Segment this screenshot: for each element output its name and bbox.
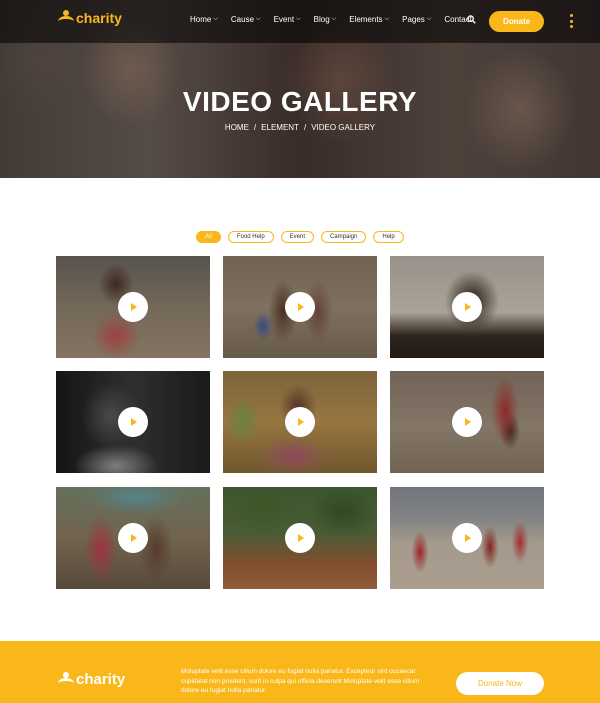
page-title: VIDEO GALLERY (182, 86, 418, 117)
nav-item-pages[interactable]: Pages ⌵ (402, 15, 431, 24)
play-icon[interactable] (285, 523, 315, 553)
video-tile-6[interactable] (390, 371, 544, 473)
nav-label: Blog (313, 15, 330, 24)
breadcrumb-home[interactable]: HOME (225, 123, 249, 132)
play-icon[interactable] (452, 292, 482, 322)
play-icon[interactable] (452, 523, 482, 553)
breadcrumb-separator: / (303, 123, 307, 132)
nav-label: Elements (349, 15, 383, 24)
video-tile-5[interactable] (223, 371, 377, 473)
donate-button[interactable]: Donate (489, 11, 544, 32)
chevron-down-icon: ⌵ (426, 16, 432, 22)
video-tile-8[interactable] (223, 487, 377, 589)
breadcrumb-separator: / (253, 123, 257, 132)
nav-item-elements[interactable]: Elements ⌵ (349, 15, 389, 24)
video-tile-7[interactable] (56, 487, 210, 589)
video-tile-3[interactable] (390, 256, 544, 358)
video-tile-9[interactable] (390, 487, 544, 589)
chevron-down-icon: ⌵ (256, 16, 261, 22)
breadcrumb-current: VIDEO GALLERY (311, 123, 376, 132)
nav-item-event[interactable]: Event ⌵ (274, 15, 301, 24)
chevron-down-icon: ⌵ (296, 16, 301, 22)
nav-label: Home (190, 15, 212, 24)
video-tile-4[interactable] (56, 371, 210, 473)
breadcrumb: HOME / ELEMENT / VIDEO GALLERY (0, 123, 600, 132)
filter-help[interactable]: Help (373, 231, 404, 243)
search-icon[interactable] (467, 15, 476, 24)
navbar: charity Home ⌵ Cause ⌵ Event ⌵ Blog ⌵ Elemen… (0, 0, 600, 43)
video-tile-1[interactable] (56, 256, 210, 358)
logo[interactable]: charity (58, 10, 122, 26)
nav-item-cause[interactable]: Cause ⌵ (231, 15, 261, 24)
chevron-down-icon: ⌵ (331, 16, 337, 22)
play-icon[interactable] (118, 407, 148, 437)
hero-banner: charity Home ⌵ Cause ⌵ Event ⌵ Blog ⌵ Elemen… (0, 0, 600, 178)
nav-item-home[interactable]: Home ⌵ (190, 15, 218, 24)
footer-logo[interactable]: charity (58, 671, 125, 688)
play-icon[interactable] (285, 292, 315, 322)
main-nav: Home ⌵ Cause ⌵ Event ⌵ Blog ⌵ Elements ⌵ Page… (190, 15, 485, 24)
nav-label: Cause (230, 15, 255, 24)
filter-bar: All Food Help Event Campaign Help (0, 231, 600, 243)
video-tile-2[interactable] (223, 256, 377, 358)
filter-food-help[interactable]: Food Help (227, 231, 274, 243)
logo-text: charity (76, 10, 122, 26)
nav-label: Event (273, 15, 295, 24)
nav-item-blog[interactable]: Blog ⌵ (314, 15, 337, 24)
footer-logo-text: charity (76, 671, 126, 688)
play-icon[interactable] (452, 407, 482, 437)
filter-all[interactable]: All (196, 231, 221, 243)
filter-event[interactable]: Event (280, 231, 314, 243)
play-icon[interactable] (118, 292, 148, 322)
vertical-dots-icon[interactable] (570, 14, 574, 28)
play-icon[interactable] (285, 407, 315, 437)
cta-description: Moluptate velit esse cillum dolore eu fu… (181, 668, 420, 694)
chevron-down-icon: ⌵ (384, 16, 390, 22)
chevron-down-icon: ⌵ (213, 16, 218, 22)
charity-logo-icon (58, 10, 74, 26)
charity-logo-icon (58, 671, 74, 688)
play-icon[interactable] (118, 523, 148, 553)
nav-label: Pages (402, 15, 425, 24)
breadcrumb-element[interactable]: ELEMENT (261, 123, 299, 132)
donate-now-button[interactable]: Donate Now (456, 672, 544, 695)
filter-campaign[interactable]: Campaign (321, 231, 367, 243)
